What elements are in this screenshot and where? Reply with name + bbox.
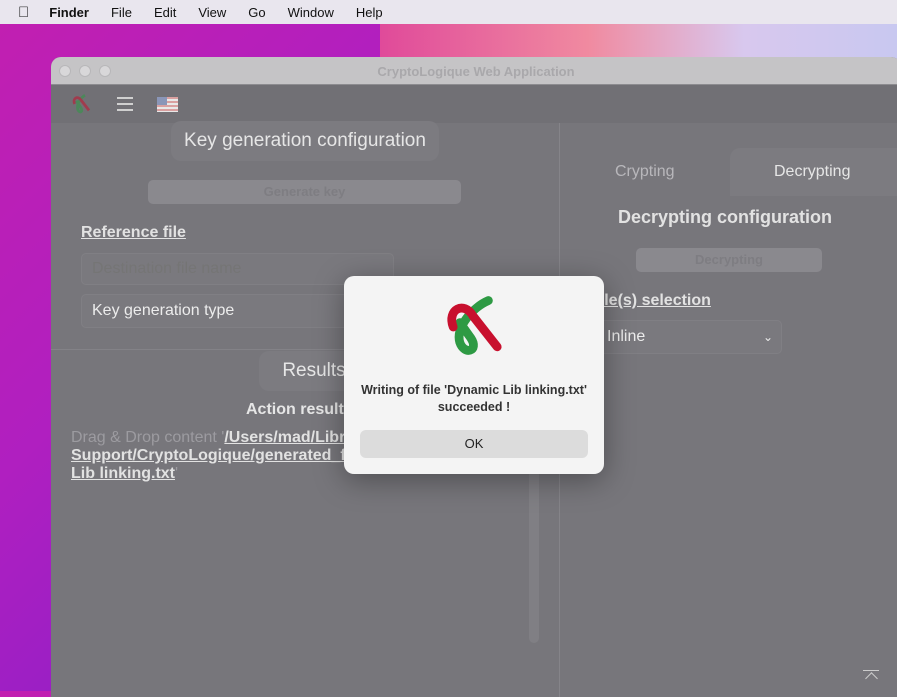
menu-icon[interactable] xyxy=(117,97,133,111)
tab-decrypting[interactable]: Decrypting xyxy=(730,148,897,196)
logo-icon[interactable] xyxy=(69,92,93,116)
toolbar xyxy=(51,85,897,123)
menu-help[interactable]: Help xyxy=(356,5,383,20)
menu-edit[interactable]: Edit xyxy=(154,5,176,20)
tab-key-generation[interactable]: Key generation configuration xyxy=(171,121,439,161)
ok-button[interactable]: OK xyxy=(360,430,588,458)
menu-finder[interactable]: Finder xyxy=(49,5,89,20)
mode-select[interactable]: Inline ⌄ xyxy=(590,320,782,354)
alert-dialog: Writing of file 'Dynamic Lib linking.txt… xyxy=(344,276,604,474)
us-flag-icon[interactable] xyxy=(157,96,178,112)
action-results-heading: Action results xyxy=(246,401,353,418)
menu-bar:  Finder File Edit View Go Window Help xyxy=(0,0,897,24)
decrypting-button[interactable]: Decrypting xyxy=(636,248,822,272)
menu-file[interactable]: File xyxy=(111,5,132,20)
drop-content: Drag & Drop content '/Users/mad/Libr Supp… xyxy=(71,429,346,482)
files-selection-link[interactable]: File(s) selection xyxy=(590,292,711,310)
dialog-message: Writing of file 'Dynamic Lib linking.txt… xyxy=(361,383,587,414)
menu-view[interactable]: View xyxy=(198,5,226,20)
app-logo-icon xyxy=(447,296,502,355)
menu-go[interactable]: Go xyxy=(248,5,265,20)
key-generation-type-select[interactable]: Key generation type xyxy=(81,294,381,328)
scrollbar[interactable] xyxy=(529,453,539,643)
window-title: CryptoLogique Web Application xyxy=(377,64,575,79)
right-panel: Crypting Decrypting Decrypting configura… xyxy=(559,123,897,697)
reference-file-link[interactable]: Reference file xyxy=(81,224,186,242)
chevron-down-icon: ⌄ xyxy=(762,330,773,344)
generate-key-button[interactable]: Generate key xyxy=(148,180,461,204)
wallpaper xyxy=(380,22,897,62)
decrypting-config-title: Decrypting configuration xyxy=(618,207,833,227)
tab-crypting[interactable]: Crypting xyxy=(615,163,675,181)
scroll-to-top-icon[interactable] xyxy=(863,670,879,685)
title-bar: CryptoLogique Web Application xyxy=(51,57,897,85)
apple-icon[interactable]:  xyxy=(18,4,29,21)
menu-window[interactable]: Window xyxy=(288,5,334,20)
